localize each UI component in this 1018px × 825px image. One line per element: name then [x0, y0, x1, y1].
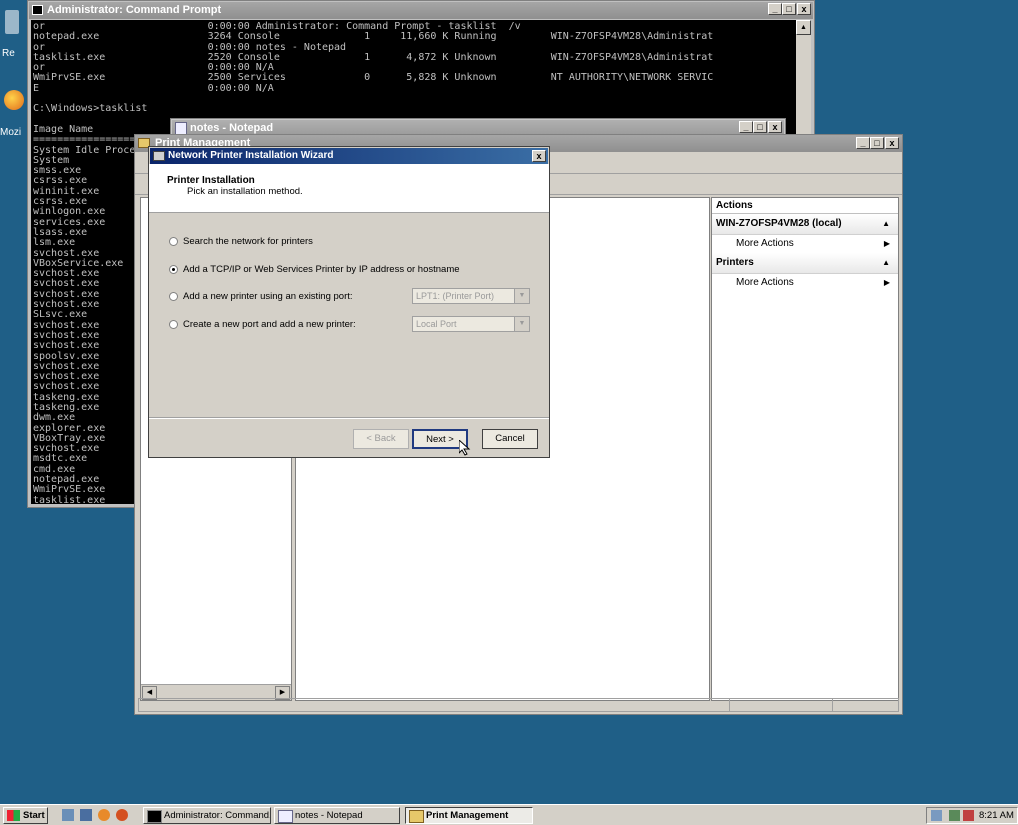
close-button[interactable]: x — [885, 137, 899, 149]
radio-existing-port[interactable]: Add a new printer using an existing port… — [169, 291, 353, 302]
system-tray: 8:21 AM — [926, 807, 1018, 824]
network-icon[interactable] — [931, 810, 942, 821]
minimize-button[interactable]: _ — [739, 121, 753, 133]
status-bar — [138, 698, 899, 712]
security-icon[interactable] — [963, 810, 974, 821]
firefox-icon — [4, 90, 24, 110]
notepad-title: notes - Notepad — [190, 122, 274, 134]
actions-section-printers[interactable]: Printers ▲ — [712, 253, 898, 274]
show-desktop-icon[interactable] — [62, 809, 74, 821]
collapse-arrow-icon[interactable]: ▲ — [882, 253, 890, 273]
existing-port-select[interactable]: LPT1: (Printer Port) ▼ — [412, 288, 530, 304]
mouse-cursor-icon — [459, 440, 471, 456]
desktop-icon-firefox[interactable] — [4, 90, 26, 120]
clock[interactable]: 8:21 AM — [979, 808, 1014, 823]
taskbar: Start Administrator: Command... notes - … — [0, 804, 1018, 825]
radio-tcpip-printer[interactable]: Add a TCP/IP or Web Services Printer by … — [169, 264, 460, 275]
wizard-subheading: Pick an installation method. — [187, 186, 303, 197]
chevron-down-icon[interactable]: ▼ — [514, 317, 529, 331]
firefox-icon[interactable] — [98, 809, 110, 821]
volume-icon[interactable] — [949, 810, 960, 821]
new-port-type-select[interactable]: Local Port ▼ — [412, 316, 530, 332]
maximize-button[interactable]: □ — [782, 3, 796, 15]
submenu-arrow-icon: ▶ — [883, 239, 890, 248]
wizard-title: Network Printer Installation Wizard — [168, 150, 334, 161]
cmd-titlebar[interactable]: Administrator: Command Prompt — [29, 2, 813, 19]
desktop-icon-label: Mozi — [0, 127, 22, 138]
radio-search-network[interactable]: Search the network for printers — [169, 236, 313, 247]
taskbar-item-cmd[interactable]: Administrator: Command... — [143, 807, 271, 824]
cmd-window-icon — [32, 5, 43, 15]
printer-icon — [153, 151, 165, 161]
maximize-button[interactable]: □ — [753, 121, 767, 133]
recycle-bin-icon — [5, 10, 19, 34]
radio-button[interactable] — [169, 291, 178, 301]
wizard-titlebar[interactable]: Network Printer Installation Wizard — [150, 148, 548, 164]
printer-wizard-dialog[interactable]: Network Printer Installation Wizard x Pr… — [148, 146, 550, 458]
desktop-icon-label: Re — [2, 48, 15, 59]
minimize-button[interactable]: _ — [856, 137, 870, 149]
quick-launch — [58, 809, 138, 822]
collapse-arrow-icon[interactable]: ▲ — [882, 214, 890, 234]
scroll-up-arrow[interactable]: ▲ — [796, 20, 811, 35]
radio-button[interactable] — [169, 319, 178, 329]
wizard-header: Printer Installation Pick an installatio… — [149, 164, 549, 213]
radio-button[interactable] — [169, 236, 178, 246]
more-actions-link[interactable]: More Actions ▶ — [712, 235, 898, 253]
wizard-divider — [149, 417, 549, 419]
maximize-button[interactable]: □ — [870, 137, 884, 149]
desktop-icon-recycle[interactable] — [2, 10, 22, 40]
taskbar-item-notepad[interactable]: notes - Notepad — [274, 807, 400, 824]
actions-section-server[interactable]: WIN-Z7OFSP4VM28 (local) ▲ — [712, 214, 898, 235]
close-button[interactable]: x — [532, 150, 546, 162]
minimize-button[interactable]: _ — [768, 3, 782, 15]
windows-logo-icon — [7, 810, 20, 821]
back-button[interactable]: < Back — [353, 429, 409, 449]
start-button[interactable]: Start — [3, 807, 48, 824]
console-line: E 0:00:00 N/A — [33, 82, 274, 94]
actions-pane: Actions WIN-Z7OFSP4VM28 (local) ▲ More A… — [711, 197, 899, 701]
server-manager-icon[interactable] — [80, 809, 92, 821]
submenu-arrow-icon: ▶ — [883, 278, 890, 287]
close-button[interactable]: x — [797, 3, 811, 15]
wizard-heading: Printer Installation — [167, 175, 255, 186]
browser-icon[interactable] — [116, 809, 128, 821]
close-button[interactable]: x — [768, 121, 782, 133]
actions-header: Actions — [712, 198, 898, 214]
taskbar-item-print-management[interactable]: Print Management — [405, 807, 533, 824]
radio-new-port[interactable]: Create a new port and add a new printer: — [169, 319, 356, 330]
notepad-icon — [278, 810, 293, 823]
console-line: C:\Windows>tasklist — [33, 103, 148, 115]
cancel-button[interactable]: Cancel — [482, 429, 538, 449]
console-icon — [147, 810, 162, 823]
more-actions-link[interactable]: More Actions ▶ — [712, 274, 898, 292]
cmd-title: Administrator: Command Prompt — [47, 4, 222, 16]
printer-icon — [409, 810, 424, 823]
chevron-down-icon[interactable]: ▼ — [514, 289, 529, 303]
radio-button[interactable] — [169, 264, 178, 274]
